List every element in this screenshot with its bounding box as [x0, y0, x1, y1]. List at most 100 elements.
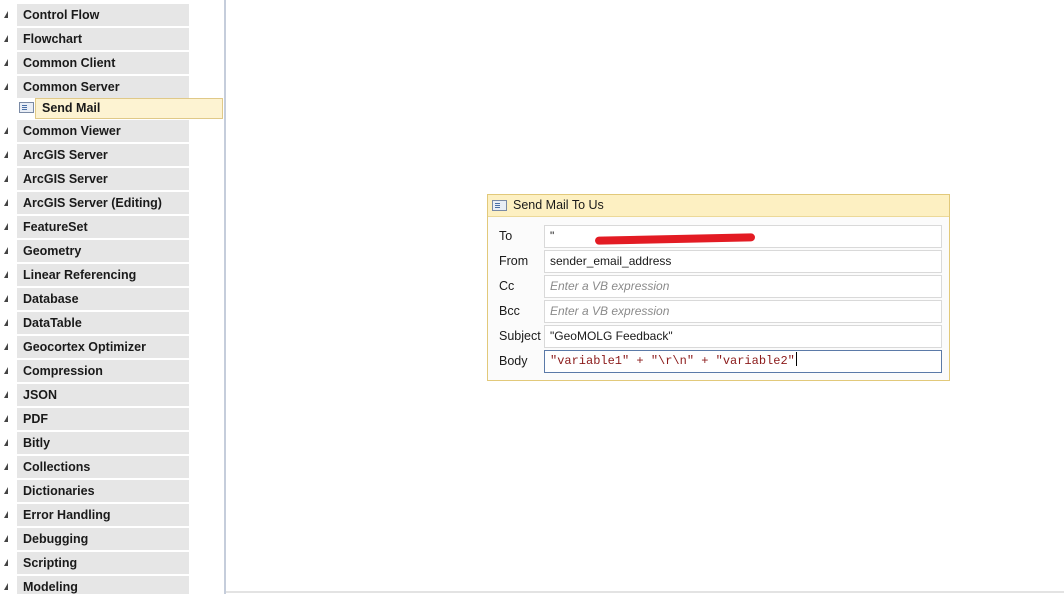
category-label[interactable]: ArcGIS Server (Editing) [17, 192, 189, 214]
toolbox-category-featureset[interactable]: FeatureSet [0, 216, 224, 238]
toolbox-category-bitly[interactable]: Bitly [0, 432, 224, 454]
toolbox-category-geometry[interactable]: Geometry [0, 240, 224, 262]
collapse-arrow-icon[interactable] [4, 391, 8, 398]
toolbox-category-flowchart[interactable]: Flowchart [0, 28, 224, 50]
toolbox-category-common-client[interactable]: Common Client [0, 52, 224, 74]
body-field-value: "variable1" + "\r\n" + "variable2" [550, 354, 795, 368]
toolbox-category-collections[interactable]: Collections [0, 456, 224, 478]
toolbox-panel: Control Flow Flowchart Common Client Com… [0, 0, 224, 594]
collapse-arrow-icon[interactable] [4, 415, 8, 422]
field-row-from: From sender_email_address [488, 249, 949, 274]
collapse-arrow-icon[interactable] [4, 439, 8, 446]
to-field[interactable]: " [544, 225, 942, 248]
redaction-mark [594, 233, 756, 245]
field-row-to: To " [488, 224, 949, 249]
collapse-arrow-icon[interactable] [4, 175, 8, 182]
toolbox-category-common-server[interactable]: Common Server [0, 76, 224, 98]
category-label[interactable]: Geometry [17, 240, 189, 262]
category-label[interactable]: Database [17, 288, 189, 310]
category-label[interactable]: Scripting [17, 552, 189, 574]
cc-field[interactable]: Enter a VB expression [544, 275, 942, 298]
field-label: Bcc [499, 304, 520, 318]
category-label[interactable]: Debugging [17, 528, 189, 550]
collapse-arrow-icon[interactable] [4, 319, 8, 326]
toolbox-category-linear-referencing[interactable]: Linear Referencing [0, 264, 224, 286]
category-label[interactable]: Flowchart [17, 28, 189, 50]
toolbox-category-arcgis-server-attachments[interactable]: ArcGIS Server (Attachments) [0, 168, 224, 208]
category-label[interactable]: Bitly [17, 432, 189, 454]
category-label[interactable]: ArcGIS Server [17, 144, 189, 166]
collapse-arrow-icon[interactable] [4, 199, 8, 206]
category-label[interactable]: Error Handling [17, 504, 189, 526]
toolbox-category-json[interactable]: JSON [0, 384, 224, 406]
toolbox-category-arcgis-server[interactable]: ArcGIS Server [0, 144, 224, 166]
collapse-arrow-icon[interactable] [4, 223, 8, 230]
collapse-arrow-icon[interactable] [4, 83, 8, 90]
toolbox-category-error-handling[interactable]: Error Handling [0, 504, 224, 526]
collapse-arrow-icon[interactable] [4, 343, 8, 350]
field-row-cc: Cc Enter a VB expression [488, 274, 949, 299]
category-label[interactable]: Linear Referencing [17, 264, 189, 286]
category-label[interactable]: Compression [17, 360, 189, 382]
collapse-arrow-icon[interactable] [4, 35, 8, 42]
toolbox-category-control-flow[interactable]: Control Flow [0, 4, 224, 26]
collapse-arrow-icon[interactable] [4, 127, 8, 134]
from-field[interactable]: sender_email_address [544, 250, 942, 273]
toolbox-item-label[interactable]: Send Mail [35, 98, 223, 119]
field-row-subject: Subject "GeoMOLG Feedback" [488, 324, 949, 349]
toolbox-category-database[interactable]: Database [0, 288, 224, 310]
body-field[interactable]: "variable1" + "\r\n" + "variable2" [544, 350, 942, 373]
panel-divider[interactable] [224, 0, 226, 594]
activity-title: Send Mail To Us [513, 198, 604, 212]
field-label: Body [499, 354, 528, 368]
collapse-arrow-icon[interactable] [4, 367, 8, 374]
collapse-arrow-icon[interactable] [4, 487, 8, 494]
category-label[interactable]: DataTable [17, 312, 189, 334]
collapse-arrow-icon[interactable] [4, 151, 8, 158]
category-label[interactable]: FeatureSet [17, 216, 189, 238]
collapse-arrow-icon[interactable] [4, 535, 8, 542]
collapse-arrow-icon[interactable] [4, 511, 8, 518]
collapse-arrow-icon[interactable] [4, 59, 8, 66]
toolbox-category-dictionaries[interactable]: Dictionaries [0, 480, 224, 502]
collapse-arrow-icon[interactable] [4, 247, 8, 254]
toolbox-category-scripting[interactable]: Scripting [0, 552, 224, 574]
category-label[interactable]: Geocortex Optimizer [17, 336, 189, 358]
horizontal-scrollbar-track[interactable] [226, 591, 1064, 593]
send-mail-activity[interactable]: Send Mail To Us To " From sender_email_a… [487, 194, 950, 381]
toolbox-category-geocortex-optimizer[interactable]: Geocortex Optimizer [0, 336, 224, 358]
subject-field[interactable]: "GeoMOLG Feedback" [544, 325, 942, 348]
category-label[interactable]: Control Flow [17, 4, 189, 26]
mail-activity-icon [19, 102, 34, 113]
category-label[interactable]: Common Server [17, 76, 189, 98]
collapse-arrow-icon[interactable] [4, 559, 8, 566]
toolbox-category-modeling[interactable]: Modeling [0, 576, 224, 594]
toolbox-category-debugging[interactable]: Debugging [0, 528, 224, 550]
collapse-arrow-icon[interactable] [4, 11, 8, 18]
category-label[interactable]: Modeling [17, 576, 189, 594]
toolbox-category-datatable[interactable]: DataTable [0, 312, 224, 334]
field-label: Cc [499, 279, 515, 293]
bcc-field[interactable]: Enter a VB expression [544, 300, 942, 323]
category-label[interactable]: Common Client [17, 52, 189, 74]
collapse-arrow-icon[interactable] [4, 463, 8, 470]
category-label[interactable]: Collections [17, 456, 189, 478]
toolbox-category-arcgis-server-editing[interactable]: ArcGIS Server (Editing) [0, 192, 224, 214]
collapse-arrow-icon[interactable] [4, 583, 8, 590]
category-label[interactable]: PDF [17, 408, 189, 430]
to-field-value: " [550, 229, 555, 243]
category-label[interactable]: Common Viewer [17, 120, 189, 142]
toolbox-category-compression[interactable]: Compression [0, 360, 224, 382]
collapse-arrow-icon[interactable] [4, 295, 8, 302]
field-label: To [499, 229, 513, 243]
toolbox-category-common-viewer[interactable]: Common Viewer [0, 120, 224, 142]
field-label: Subject [499, 329, 541, 343]
category-label[interactable]: ArcGIS Server (Attachments) [17, 168, 189, 208]
collapse-arrow-icon[interactable] [4, 271, 8, 278]
toolbox-category-pdf[interactable]: PDF [0, 408, 224, 430]
toolbox-item-send-mail[interactable]: Send Mail [16, 98, 223, 119]
category-label[interactable]: JSON [17, 384, 189, 406]
text-caret [795, 352, 797, 366]
category-label[interactable]: Dictionaries [17, 480, 189, 502]
activity-header[interactable]: Send Mail To Us [488, 195, 949, 217]
